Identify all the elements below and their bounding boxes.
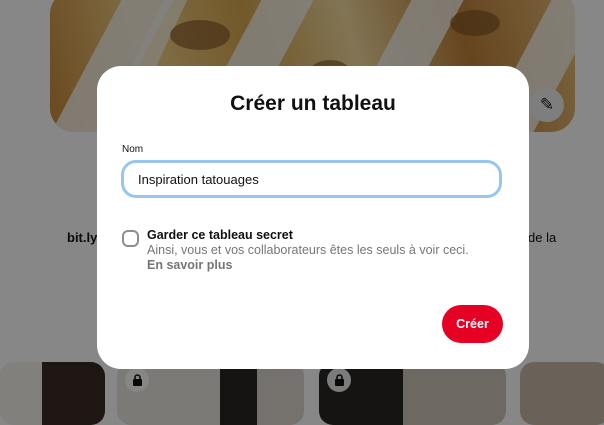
secret-option-title: Garder ce tableau secret — [147, 228, 293, 242]
create-board-dialog: Créer un tableau Nom Garder ce tableau s… — [97, 66, 529, 369]
secret-option: Garder ce tableau secret Ainsi, vous et … — [122, 228, 469, 273]
name-field-label: Nom — [122, 144, 144, 155]
board-name-input[interactable] — [121, 160, 502, 198]
secret-checkbox[interactable] — [122, 230, 139, 247]
learn-more-link[interactable]: En savoir plus — [147, 258, 469, 273]
secret-option-description: Ainsi, vous et vos collaborateurs êtes l… — [147, 243, 469, 257]
dialog-title: Créer un tableau — [230, 92, 396, 115]
create-button[interactable]: Créer — [442, 305, 503, 343]
